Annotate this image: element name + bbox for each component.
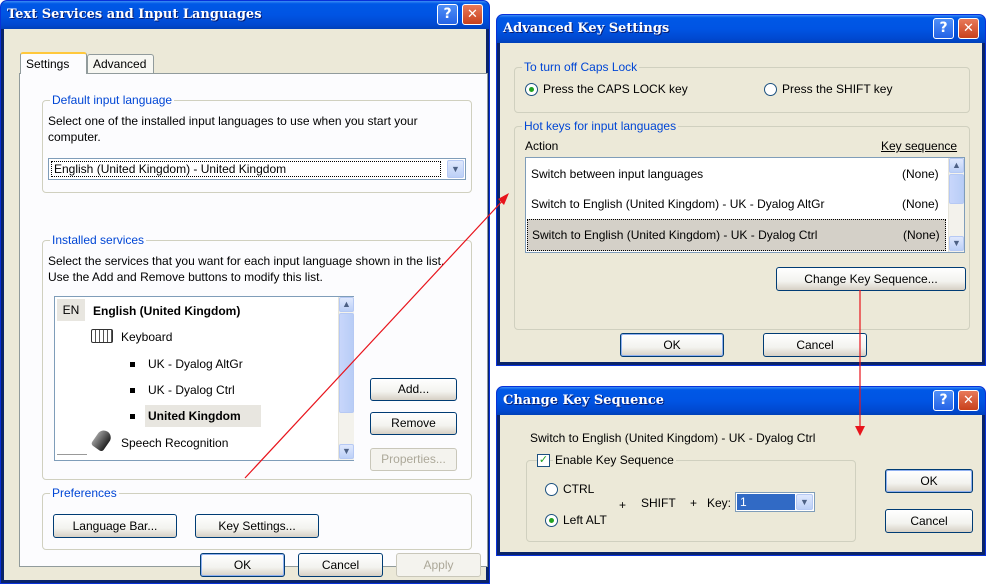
help-button[interactable]: ? xyxy=(437,4,458,25)
help-button[interactable]: ? xyxy=(933,390,954,411)
title-bar[interactable]: Advanced Key Settings ? ✕ xyxy=(497,15,985,43)
ctrl-option[interactable]: CTRL xyxy=(563,482,594,496)
scroll-thumb[interactable] xyxy=(339,313,354,413)
key-settings-button[interactable]: Key Settings... xyxy=(195,514,319,538)
cancel-button[interactable]: Cancel xyxy=(298,553,383,577)
sequence-target-label: Switch to English (United Kingdom) - UK … xyxy=(530,431,816,445)
scroll-down-icon[interactable]: ▼ xyxy=(339,444,354,459)
scroll-up-icon[interactable]: ▲ xyxy=(949,158,964,173)
window-title: Advanced Key Settings xyxy=(503,21,670,36)
shift-label: SHIFT xyxy=(641,496,676,510)
plus-sign: + xyxy=(619,498,627,512)
preferences-label: Preferences xyxy=(50,486,119,500)
bullet-icon xyxy=(130,388,135,393)
left-alt-option[interactable]: Left ALT xyxy=(563,513,607,527)
hotkeys-scrollbar[interactable]: ▲ ▼ xyxy=(948,158,964,252)
default-language-group: Default input language Select one of the… xyxy=(42,93,472,193)
text-services-window: Text Services and Input Languages ? ✕ Se… xyxy=(0,0,490,584)
left-alt-radio[interactable] xyxy=(545,514,558,527)
enable-key-checkbox[interactable]: ✓ xyxy=(537,454,550,467)
apply-button[interactable]: Apply xyxy=(396,553,481,577)
hotkeys-label: Hot keys for input languages xyxy=(522,119,679,133)
list-item-selected[interactable]: Switch to English (United Kingdom) - UK … xyxy=(527,219,946,251)
list-item[interactable]: Switch between input languages (None) xyxy=(526,159,946,189)
tab-advanced[interactable]: Advanced xyxy=(87,54,154,74)
speech-node[interactable]: Speech Recognition xyxy=(121,436,228,450)
close-button[interactable]: ✕ xyxy=(958,390,979,411)
installed-services-label: Installed services xyxy=(50,233,147,247)
hotkeys-group: Hot keys for input languages Action Key … xyxy=(514,119,970,330)
shift-option[interactable]: Press the SHIFT key xyxy=(782,82,892,96)
hotkeys-list[interactable]: Switch between input languages (None) Sw… xyxy=(525,157,965,253)
shift-radio[interactable] xyxy=(764,83,777,96)
chevron-down-icon[interactable]: ▼ xyxy=(447,160,464,178)
language-node[interactable]: English (United Kingdom) xyxy=(93,304,240,318)
tree-scrollbar[interactable]: ▲ ▼ xyxy=(338,297,354,460)
chevron-down-icon[interactable]: ▼ xyxy=(796,494,813,510)
language-bar-button[interactable]: Language Bar... xyxy=(53,514,177,538)
layout-item-ctrl[interactable]: UK - Dyalog Ctrl xyxy=(148,383,235,397)
installed-services-description: Select the services that you want for ea… xyxy=(48,254,445,284)
cancel-button[interactable]: Cancel xyxy=(885,509,973,533)
language-code-badge: EN xyxy=(57,299,85,321)
key-dropdown[interactable]: 1 ▼ xyxy=(735,492,815,512)
default-language-description: Select one of the installed input langua… xyxy=(48,114,418,144)
title-bar[interactable]: Text Services and Input Languages ? ✕ xyxy=(1,1,489,29)
tab-settings[interactable]: Settings xyxy=(20,52,87,74)
ok-button[interactable]: OK xyxy=(885,469,973,493)
plus-sign: + xyxy=(690,496,698,510)
window-client: Settings Advanced Default input language… xyxy=(4,29,488,580)
ctrl-radio[interactable] xyxy=(545,483,558,496)
enable-key-group: ✓ Enable Key Sequence CTRL Left ALT + SH… xyxy=(526,453,856,542)
bullet-icon xyxy=(130,362,135,367)
change-key-sequence-button[interactable]: Change Key Sequence... xyxy=(776,267,966,291)
caps-lock-label: To turn off Caps Lock xyxy=(522,60,640,74)
default-language-dropdown[interactable]: English (United Kingdom) - United Kingdo… xyxy=(48,158,466,180)
window-client: Switch to English (United Kingdom) - UK … xyxy=(500,415,982,552)
title-bar[interactable]: Change Key Sequence ? ✕ xyxy=(497,387,985,415)
caps-lock-option[interactable]: Press the CAPS LOCK key xyxy=(543,82,688,96)
remove-button[interactable]: Remove xyxy=(370,412,457,435)
installed-services-group: Installed services Select the services t… xyxy=(42,233,472,480)
key-label: Key: xyxy=(707,496,732,510)
scroll-thumb[interactable] xyxy=(949,174,964,204)
cancel-button[interactable]: Cancel xyxy=(763,333,867,357)
keyboard-icon xyxy=(91,329,113,343)
default-language-label: Default input language xyxy=(50,93,175,107)
ok-button[interactable]: OK xyxy=(620,333,724,357)
scroll-up-icon[interactable]: ▲ xyxy=(339,297,354,312)
caps-lock-group: To turn off Caps Lock Press the CAPS LOC… xyxy=(514,60,970,113)
window-title: Text Services and Input Languages xyxy=(7,7,262,22)
sequence-column-header: Key sequence xyxy=(881,139,958,153)
properties-button[interactable]: Properties... xyxy=(370,448,457,471)
close-button[interactable]: ✕ xyxy=(462,4,483,25)
action-column-header: Action xyxy=(525,139,559,153)
tab-page: Default input language Select one of the… xyxy=(19,73,488,567)
scroll-down-icon[interactable]: ▼ xyxy=(949,236,964,251)
keyboard-node[interactable]: Keyboard xyxy=(121,330,172,344)
help-button[interactable]: ? xyxy=(933,18,954,39)
tree-line xyxy=(57,454,87,455)
caps-lock-radio[interactable] xyxy=(525,83,538,96)
close-button[interactable]: ✕ xyxy=(958,18,979,39)
add-button[interactable]: Add... xyxy=(370,378,457,401)
preferences-group: Preferences Language Bar... Key Settings… xyxy=(42,486,472,550)
key-selected: 1 xyxy=(737,494,795,510)
bullet-icon xyxy=(130,414,135,419)
window-client: To turn off Caps Lock Press the CAPS LOC… xyxy=(500,43,982,362)
microphone-icon xyxy=(90,427,114,453)
layout-item-uk[interactable]: United Kingdom xyxy=(145,405,261,427)
advanced-key-settings-window: Advanced Key Settings ? ✕ To turn off Ca… xyxy=(496,14,986,366)
enable-key-label[interactable]: Enable Key Sequence xyxy=(553,453,676,467)
change-key-sequence-window: Change Key Sequence ? ✕ Switch to Englis… xyxy=(496,386,986,556)
tab-settings-label: Settings xyxy=(26,57,70,71)
tab-advanced-label: Advanced xyxy=(93,57,147,71)
default-language-selected: English (United Kingdom) - United Kingdo… xyxy=(51,161,441,177)
ok-button[interactable]: OK xyxy=(200,553,285,577)
layout-item-altgr[interactable]: UK - Dyalog AltGr xyxy=(148,357,243,371)
list-item[interactable]: Switch to English (United Kingdom) - UK … xyxy=(526,189,946,219)
window-title: Change Key Sequence xyxy=(503,393,665,408)
installed-services-tree[interactable]: EN English (United Kingdom) Keyboard UK … xyxy=(54,296,354,461)
